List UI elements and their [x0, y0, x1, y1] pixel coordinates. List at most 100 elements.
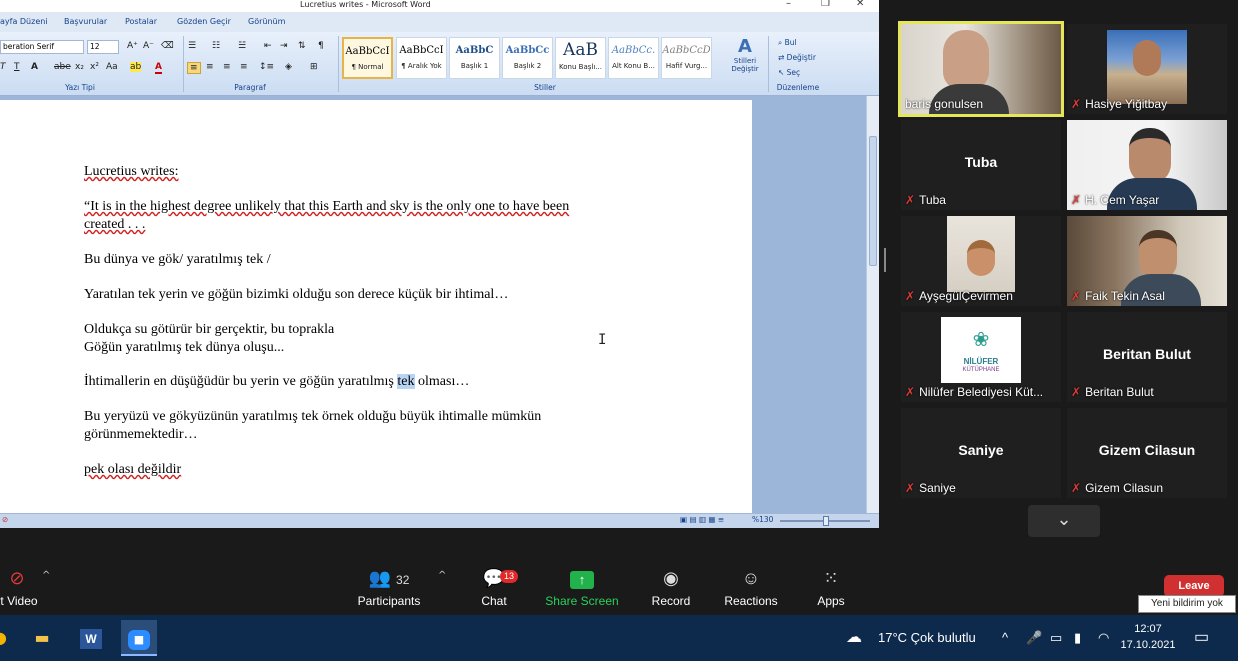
superscript-icon[interactable]: x² [90, 62, 99, 72]
meet-now-icon[interactable]: ▭ [1050, 615, 1062, 661]
style-subtitle[interactable]: AaBbCc. Alt Konu B... [608, 37, 659, 79]
replace-button[interactable]: ⇄ Değiştir [778, 53, 816, 62]
justify-icon[interactable]: ≡ [240, 62, 248, 72]
select-button[interactable]: ↖ Seç [778, 68, 800, 77]
leave-button[interactable]: Leave [1164, 575, 1224, 597]
participant-tile[interactable]: baris gonulsen [898, 21, 1064, 117]
participants-button[interactable]: 👥 32 Participants [344, 568, 434, 608]
multilevel-list-icon[interactable]: ☱ [238, 41, 246, 51]
borders-icon[interactable]: ⊞ [310, 62, 318, 72]
weather-text[interactable]: 17°C Çok bulutlu [878, 615, 976, 661]
shrink-font-icon[interactable]: A⁻ [143, 41, 154, 51]
align-center-icon[interactable]: ≡ [206, 62, 214, 72]
strikethrough-icon[interactable]: abe [54, 62, 71, 72]
wifi-icon[interactable]: ◠ [1098, 615, 1109, 661]
tab-review[interactable]: Gözden Geçir [177, 17, 231, 26]
clear-format-icon[interactable]: ⌫ [161, 41, 174, 51]
chat-icon: 💬 [482, 568, 506, 588]
change-styles-button[interactable]: A Stilleri Değiştir [728, 36, 762, 80]
change-case-icon[interactable]: Aa [106, 62, 118, 72]
document-page[interactable]: Lucretius writes: “It is in the highest … [0, 100, 752, 513]
participant-name: Faik Tekin Asal [1085, 289, 1165, 303]
style-name: ¶ Aralık Yok [401, 62, 442, 70]
tray-overflow-icon[interactable]: ^ [1002, 615, 1008, 661]
bullets-icon[interactable]: ☰ [188, 41, 196, 51]
style-title[interactable]: AaB Konu Başlı... [555, 37, 606, 79]
zoom-level[interactable]: %130 [752, 515, 773, 524]
mic-off-icon: ✗ [905, 385, 916, 399]
numbering-icon[interactable]: ☷ [212, 41, 220, 51]
battery-icon[interactable]: ▮ [1074, 615, 1081, 661]
record-button[interactable]: ◉ Record [626, 568, 716, 608]
decrease-indent-icon[interactable]: ⇤ [264, 41, 272, 51]
reactions-button[interactable]: ☺ Reactions [706, 568, 796, 608]
word-titlebar: Lucretius writes - Microsoft Word – ❐ ✕ [0, 0, 879, 12]
participant-tile[interactable]: Gizem Cilasun ✗ Gizem Cilasun [1067, 408, 1227, 498]
participant-name-row: ✗ Gizem Cilasun [1071, 481, 1163, 495]
share-screen-button[interactable]: ↑ Share Screen [537, 568, 627, 608]
participants-options-caret-icon[interactable]: ^ [438, 570, 446, 581]
participant-tile[interactable]: ✗ Hasiye Yiğitbay [1067, 24, 1227, 114]
style-name: Başlık 1 [460, 62, 489, 70]
participant-name: baris gonulsen [905, 97, 984, 111]
align-left-icon[interactable]: ≡ [187, 62, 201, 74]
text-color-a-icon[interactable]: A [31, 62, 38, 72]
minimize-button[interactable]: – [786, 0, 791, 9]
participant-tile[interactable]: ❀ NİLÜFER KÜTÜPHANE ✗ Nilüfer Belediyesi … [901, 312, 1061, 402]
style-no-spacing[interactable]: AaBbCcI ¶ Aralık Yok [396, 37, 447, 79]
style-subtle-emphasis[interactable]: AaBbCcD Hafif Vurg... [661, 37, 712, 79]
italic-icon[interactable]: T [0, 62, 6, 72]
participant-tile[interactable]: ✗ H. Cem Yaşar [1067, 120, 1227, 210]
more-participants-button[interactable]: ⌄ [1028, 505, 1100, 537]
ribbon-separator [183, 36, 184, 92]
panel-resize-handle[interactable] [884, 248, 886, 272]
vertical-scrollbar[interactable] [866, 96, 879, 513]
microphone-icon[interactable]: 🎤 [1026, 615, 1042, 661]
notification-center-icon[interactable]: ▭ [1194, 615, 1209, 661]
taskbar-app-icon[interactable]: ● [0, 620, 18, 656]
zoom-slider-thumb[interactable] [823, 516, 829, 526]
paragraph: Oldukça su götürür bir gerçektir, bu top… [84, 322, 335, 337]
participant-tile[interactable]: ✗ AyşegülÇevirmen [901, 216, 1061, 306]
shading-icon[interactable]: ◈ [285, 62, 292, 72]
participant-tile[interactable]: Tuba ✗ Tuba [901, 120, 1061, 210]
increase-indent-icon[interactable]: ⇥ [280, 41, 288, 51]
word-app-icon[interactable]: W [73, 620, 109, 656]
tab-mailings[interactable]: Postalar [125, 17, 157, 26]
scroll-thumb[interactable] [869, 136, 877, 266]
close-button[interactable]: ✕ [856, 0, 864, 9]
style-heading-1[interactable]: AaBbC Başlık 1 [449, 37, 500, 79]
start-video-button[interactable]: ⊘ rt Video [0, 568, 62, 608]
highlight-icon[interactable]: ab [130, 62, 142, 72]
align-right-icon[interactable]: ≡ [223, 62, 231, 72]
font-name-box[interactable]: beration Serif [0, 40, 84, 54]
tab-view[interactable]: Görünüm [248, 17, 285, 26]
file-explorer-icon[interactable]: ▬ [24, 620, 60, 656]
taskbar-clock[interactable]: 12:07 17.10.2021 [1118, 621, 1178, 653]
view-buttons-icon[interactable]: ▣ ▤ ▥ ▦ ≡ [680, 515, 724, 524]
spellcheck-icon[interactable]: ⊘ [2, 515, 8, 524]
chat-button[interactable]: 💬 13 Chat [449, 568, 539, 608]
grow-font-icon[interactable]: A⁺ [127, 41, 138, 51]
style-normal[interactable]: AaBbCcI ¶ Normal [342, 37, 393, 79]
weather-icon[interactable]: ☁ [846, 615, 862, 661]
font-size-box[interactable]: 12 [87, 40, 119, 54]
subscript-icon[interactable]: x₂ [75, 62, 84, 72]
video-options-caret-icon[interactable]: ^ [42, 570, 50, 581]
sort-icon[interactable]: ⇅ [298, 41, 306, 51]
style-heading-2[interactable]: AaBbCc Başlık 2 [502, 37, 553, 79]
pilcrow-icon[interactable]: ¶ [318, 41, 324, 51]
underline-icon[interactable]: T [14, 62, 20, 72]
apps-button[interactable]: ⁙ Apps [786, 568, 876, 608]
participant-tile[interactable]: Saniye ✗ Saniye [901, 408, 1061, 498]
participant-tile[interactable]: Beritan Bulut ✗ Beritan Bulut [1067, 312, 1227, 402]
line-spacing-icon[interactable]: ↕≡ [259, 62, 274, 72]
zoom-app-icon[interactable]: ■ [121, 620, 157, 656]
tab-references[interactable]: Başvurular [64, 17, 107, 26]
restore-button[interactable]: ❐ [821, 0, 830, 9]
font-color-icon[interactable]: A [155, 62, 162, 74]
find-button[interactable]: ⌕ Bul [778, 38, 797, 48]
participant-tile[interactable]: ✗ Faik Tekin Asal [1067, 216, 1227, 306]
tab-page-layout[interactable]: ayfa Düzeni [0, 17, 48, 26]
style-name: Hafif Vurg... [665, 62, 708, 70]
